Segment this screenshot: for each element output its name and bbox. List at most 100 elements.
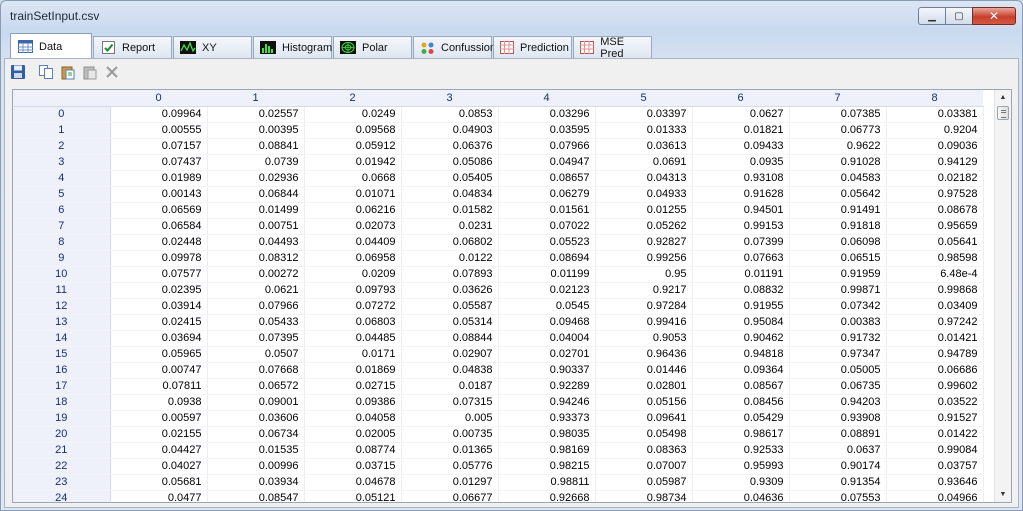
table-cell[interactable]: 0.09036 [886,138,984,155]
table-cell[interactable]: 0.07022 [498,218,596,235]
table-cell[interactable]: 0.02907 [401,346,499,363]
tab-histogram[interactable]: Histogram [253,36,332,58]
table-cell[interactable]: 0.00555 [110,122,208,139]
table-cell[interactable]: 0.94789 [886,346,984,363]
table-cell[interactable]: 0.00996 [207,458,305,475]
table-cell[interactable]: 0.04313 [595,170,693,187]
table-cell[interactable]: 0.0249 [304,106,402,123]
row-header[interactable]: 10 [13,266,111,283]
table-cell[interactable]: 0.07157 [110,138,208,155]
table-cell[interactable]: 0.05587 [401,298,499,315]
table-cell[interactable]: 0.0637 [789,442,887,459]
table-row[interactable]: 1 0.00555 0.00395 0.09568 0.04903 0.03595 0.01… [13,122,984,139]
table-cell[interactable]: 0.04933 [595,186,693,203]
table-cell[interactable]: 0.09364 [692,362,790,379]
table-cell[interactable]: 0.07966 [207,298,305,315]
table-cell[interactable]: 0.04058 [304,410,402,427]
table-cell[interactable]: 0.06376 [401,138,499,155]
table-cell[interactable]: 0.07399 [692,234,790,251]
table-cell[interactable]: 0.99602 [886,378,984,395]
table-cell[interactable]: 0.03715 [304,458,402,475]
table-cell[interactable]: 0.03626 [401,282,499,299]
table-cell[interactable]: 0.02182 [886,170,984,187]
table-cell[interactable]: 0.05965 [110,346,208,363]
table-cell[interactable]: 0.05314 [401,314,499,331]
table-row[interactable]: 7 0.06584 0.00751 0.02073 0.0231 0.07022 0.052… [13,218,984,235]
table-row[interactable]: 12 0.03914 0.07966 0.07272 0.05587 0.0545 0.97… [13,298,984,315]
table-row[interactable]: 18 0.0938 0.09001 0.09386 0.07315 0.94246 0.05… [13,394,984,411]
table-row[interactable]: 21 0.04427 0.01535 0.08774 0.01365 0.98169 0.0… [13,442,984,459]
table-cell[interactable]: 0.06216 [304,202,402,219]
table-cell[interactable]: 0.04485 [304,330,402,347]
table-cell[interactable]: 0.99256 [595,250,693,267]
table-cell[interactable]: 0.02448 [110,234,208,251]
table-cell[interactable]: 0.04027 [110,458,208,475]
row-header[interactable]: 16 [13,362,111,379]
table-cell[interactable]: 0.99868 [886,282,984,299]
table-cell[interactable]: 0.04004 [498,330,596,347]
table-cell[interactable]: 0.06572 [207,378,305,395]
table-row[interactable]: 5 0.00143 0.06844 0.01071 0.04834 0.06279 0.04… [13,186,984,203]
table-cell[interactable]: 0.01821 [692,122,790,139]
table-row[interactable]: 8 0.02448 0.04493 0.04409 0.06802 0.05523 0.92… [13,234,984,251]
table-cell[interactable]: 0.0231 [401,218,499,235]
table-cell[interactable]: 0.09433 [692,138,790,155]
table-cell[interactable]: 0.07395 [207,330,305,347]
table-cell[interactable]: 0.95993 [692,458,790,475]
table-cell[interactable]: 0.00383 [789,314,887,331]
table-cell[interactable]: 0.06844 [207,186,305,203]
table-cell[interactable]: 0.02073 [304,218,402,235]
table-cell[interactable]: 0.08774 [304,442,402,459]
row-header[interactable]: 18 [13,394,111,411]
row-header[interactable]: 5 [13,186,111,203]
table-cell[interactable]: 0.04583 [789,170,887,187]
table-cell[interactable]: 0.01255 [595,202,693,219]
table-cell[interactable]: 0.99084 [886,442,984,459]
table-cell[interactable]: 0.04834 [401,186,499,203]
table-cell[interactable]: 0.03613 [595,138,693,155]
close-button[interactable]: ✕ [972,7,1016,25]
table-cell[interactable]: 0.0187 [401,378,499,395]
table-cell[interactable]: 0.01499 [207,202,305,219]
table-row[interactable]: 24 0.0477 0.08547 0.05121 0.06677 0.92668 0.98… [13,490,984,502]
table-row[interactable]: 17 0.07811 0.06572 0.02715 0.0187 0.92289 0.02… [13,378,984,395]
table-cell[interactable]: 0.09001 [207,394,305,411]
table-cell[interactable]: 0.02155 [110,426,208,443]
table-cell[interactable]: 0.01191 [692,266,790,283]
table-cell[interactable]: 0.97284 [595,298,693,315]
row-header[interactable]: 17 [13,378,111,395]
table-cell[interactable]: 0.93646 [886,474,984,491]
table-cell[interactable]: 0.93908 [789,410,887,427]
table-cell[interactable]: 0.00272 [207,266,305,283]
table-row[interactable]: 22 0.04027 0.00996 0.03715 0.05776 0.98215 0.0… [13,458,984,475]
table-cell[interactable]: 0.02557 [207,106,305,123]
table-cell[interactable]: 0.0171 [304,346,402,363]
table-cell[interactable]: 0.0668 [304,170,402,187]
table-cell[interactable]: 0.00747 [110,362,208,379]
table-cell[interactable]: 0.01422 [886,426,984,443]
table-cell[interactable]: 0.98734 [595,490,693,502]
table-cell[interactable]: 0.04636 [692,490,790,502]
copy-button[interactable] [36,63,56,83]
table-cell[interactable]: 0.91732 [789,330,887,347]
table-cell[interactable]: 0.00735 [401,426,499,443]
table-cell[interactable]: 0.08841 [207,138,305,155]
table-cell[interactable]: 0.00597 [110,410,208,427]
table-row[interactable]: 19 0.00597 0.03606 0.04058 0.005 0.93373 0.096… [13,410,984,427]
table-cell[interactable]: 0.07553 [789,490,887,502]
row-header[interactable]: 7 [13,218,111,235]
table-cell[interactable]: 0.94501 [692,202,790,219]
table-row[interactable]: 3 0.07437 0.0739 0.01942 0.05086 0.04947 0.069… [13,154,984,171]
table-cell[interactable]: 0.97242 [886,314,984,331]
table-cell[interactable]: 0.03595 [498,122,596,139]
row-header[interactable]: 23 [13,474,111,491]
table-cell[interactable]: 0.05429 [692,410,790,427]
tab-mse-pred[interactable]: MSE Pred [573,36,652,60]
row-header[interactable]: 13 [13,314,111,331]
table-cell[interactable]: 0.04493 [207,234,305,251]
grid-corner[interactable] [13,90,110,107]
table-cell[interactable]: 0.02415 [110,314,208,331]
table-cell[interactable]: 0.05681 [110,474,208,491]
table-cell[interactable]: 0.9053 [595,330,693,347]
paste-special-button[interactable] [58,63,78,83]
